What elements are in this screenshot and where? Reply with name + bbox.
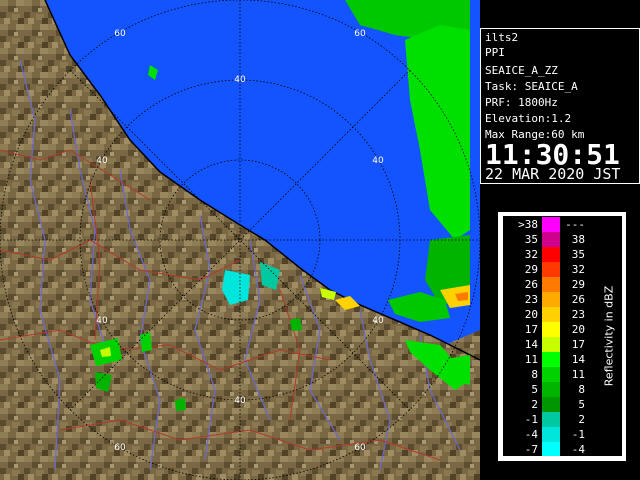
legend-upper-bound: 17 <box>572 338 585 351</box>
product-name: SEAICE_A_ZZ <box>485 64 558 77</box>
legend-upper-bound: 32 <box>572 263 585 276</box>
legend-swatch <box>542 367 560 382</box>
legend-lower-bound: 29 <box>525 263 538 276</box>
legend-lower-bound: 2 <box>531 398 538 411</box>
legend-lower-bound: 35 <box>525 233 538 246</box>
legend-lower-bound: 26 <box>525 278 538 291</box>
ring-label-40-w: 40 <box>96 156 108 166</box>
prf-value: PRF: 1800Hz <box>485 96 558 109</box>
legend-lower-bound: 11 <box>525 353 538 366</box>
legend-swatch <box>542 262 560 277</box>
legend-upper-bound: 26 <box>572 293 585 306</box>
legend-swatch <box>542 412 560 427</box>
legend-swatch <box>542 247 560 262</box>
ring-label-40-n: 40 <box>234 75 246 85</box>
ring-label-60-nw: 60 <box>114 29 126 39</box>
legend-upper-bound: -4 <box>572 443 586 456</box>
legend-swatch <box>542 442 560 456</box>
legend-swatch <box>542 322 560 337</box>
ring-label-40-se: 40 <box>372 316 384 326</box>
legend-swatch <box>542 382 560 397</box>
legend-lower-bound: -1 <box>525 413 538 426</box>
legend-upper-bound: -1 <box>572 428 585 441</box>
legend-swatch <box>542 292 560 307</box>
legend-upper-bound: 8 <box>578 383 585 396</box>
legend-upper-bound: 29 <box>572 278 585 291</box>
ring-label-60-ne: 60 <box>354 29 366 39</box>
ring-label-60-sw: 60 <box>114 443 126 453</box>
legend-lower-bound: 14 <box>525 338 539 351</box>
legend-lower-bound: 17 <box>525 323 538 336</box>
legend-swatch <box>542 307 560 322</box>
legend-lower-bound: 5 <box>531 383 538 396</box>
legend-swatch <box>542 337 560 352</box>
radar-info-panel: ilts2 PPI SEAICE_A_ZZ Task: SEAICE_A PRF… <box>480 28 640 184</box>
legend-lower-bound: -4 <box>525 428 539 441</box>
legend-lower-bound: 23 <box>525 293 538 306</box>
ring-label-40-s: 40 <box>234 396 246 406</box>
ring-label-60-se: 60 <box>354 443 366 453</box>
legend-lower-bound: -7 <box>525 443 538 456</box>
legend-upper-bound: 2 <box>578 413 585 426</box>
legend-swatch <box>542 397 560 412</box>
legend-upper-bound: --- <box>565 218 585 231</box>
legend-upper-bound: 35 <box>572 248 585 261</box>
legend-title: Reflectivity in dBZ <box>602 285 616 387</box>
legend-swatch <box>542 352 560 367</box>
legend-lower-bound: 8 <box>531 368 538 381</box>
elevation-value: Elevation:1.2 <box>485 112 572 125</box>
legend-upper-bound: 20 <box>572 323 585 336</box>
legend-lower-bound: >38 <box>518 218 538 231</box>
legend-swatch <box>542 277 560 292</box>
station-name: ilts2 <box>485 31 519 44</box>
scan-mode: PPI <box>485 46 505 59</box>
legend-upper-bound: 14 <box>572 353 586 366</box>
observation-date: 22 MAR 2020 JST <box>485 165 621 183</box>
legend-upper-bound: 23 <box>572 308 585 321</box>
legend-swatch <box>542 232 560 247</box>
legend-lower-bound: 32 <box>525 248 538 261</box>
legend-swatch <box>542 217 560 232</box>
task-name: Task: SEAICE_A <box>485 80 578 93</box>
ring-label-40-sw: 40 <box>96 316 108 326</box>
legend-upper-bound: 11 <box>572 368 585 381</box>
radar-ppi-map: 60 40 60 40 40 40 40 40 60 60 <box>0 0 480 480</box>
legend-swatch <box>542 427 560 442</box>
ring-label-40-e: 40 <box>372 156 384 166</box>
legend-upper-bound: 38 <box>572 233 585 246</box>
legend-lower-bound: 20 <box>525 308 538 321</box>
legend-upper-bound: 5 <box>578 398 585 411</box>
